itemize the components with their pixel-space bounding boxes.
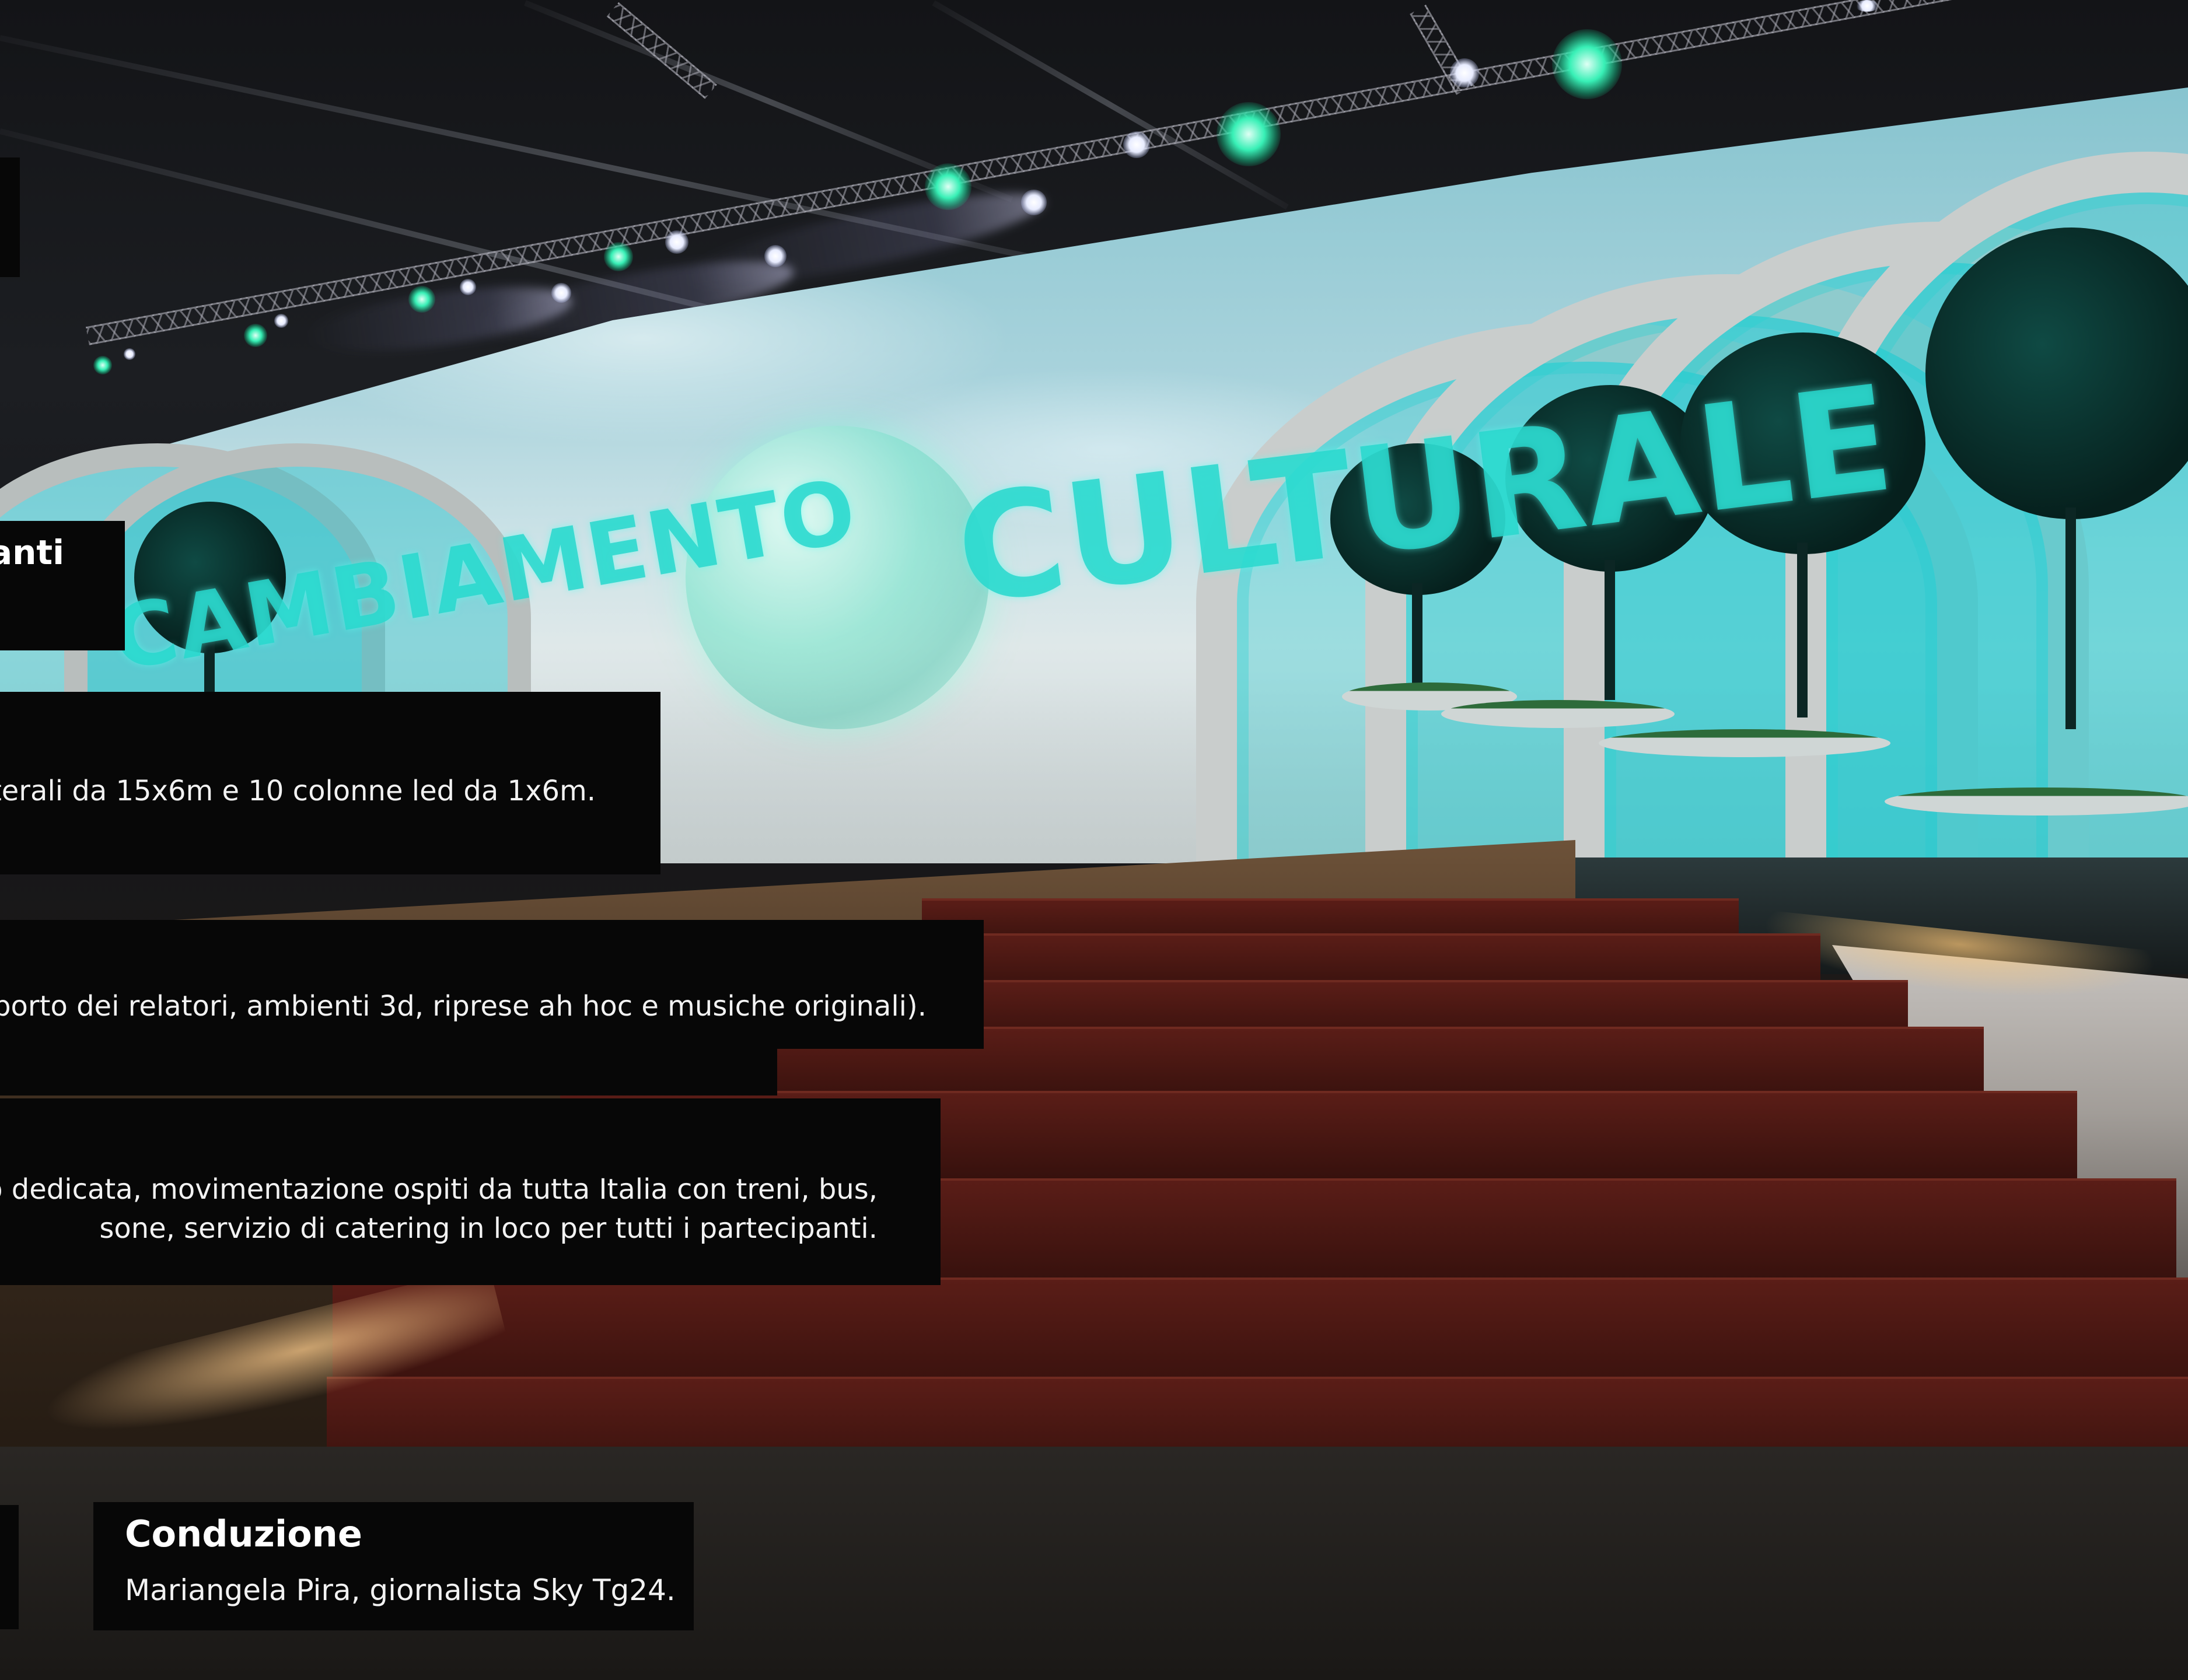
- planter: [1599, 729, 1890, 757]
- white-spotlight: [274, 314, 288, 328]
- panel-heading: anti: [0, 533, 64, 572]
- panel-text-led: laterali da 15x6m e 10 colonne led da 1x…: [0, 775, 596, 807]
- info-panel-edge: [0, 1505, 19, 1629]
- green-spotlight: [408, 286, 435, 313]
- planter: [1885, 788, 2188, 816]
- white-spotlight: [1021, 190, 1047, 215]
- white-spotlight: [1450, 58, 1479, 88]
- green-spotlight: [93, 356, 112, 374]
- white-spotlight: [124, 348, 135, 360]
- info-panel-edge: [0, 158, 20, 277]
- info-panel: laterali da 15x6m e 10 colonne led da 1x…: [0, 692, 660, 874]
- white-spotlight: [551, 283, 571, 303]
- green-spotlight: [1552, 29, 1622, 99]
- panel-text-app-line1: pp dedicata, movimentazione ospiti da tu…: [0, 1173, 878, 1206]
- panel-text-support: upporto dei relatori, ambienti 3d, ripre…: [0, 990, 927, 1023]
- green-spotlight: [1217, 102, 1281, 166]
- lighting-truss: [606, 2, 717, 99]
- white-spotlight: [665, 230, 688, 254]
- info-panel-conduzione: Conduzione Mariangela Pira, giornalista …: [93, 1502, 694, 1630]
- green-spotlight: [244, 324, 267, 347]
- info-panel-edge: [0, 1049, 777, 1096]
- info-panel: anti: [0, 521, 125, 650]
- white-spotlight: [1123, 131, 1150, 158]
- conduzione-title: Conduzione: [125, 1513, 362, 1555]
- info-panel: pp dedicata, movimentazione ospiti da tu…: [0, 1098, 941, 1285]
- green-spotlight: [604, 242, 633, 271]
- conduzione-text: Mariangela Pira, giornalista Sky Tg24.: [125, 1573, 676, 1607]
- white-spotlight: [1855, 0, 1879, 12]
- info-panel: upporto dei relatori, ambienti 3d, ripre…: [0, 920, 984, 1049]
- white-spotlight: [460, 279, 476, 295]
- green-spotlight: [925, 163, 971, 210]
- white-spotlight: [764, 245, 787, 267]
- planter: [1441, 700, 1675, 728]
- panel-text-app-line2: sone, servizio di catering in loco per t…: [99, 1212, 878, 1245]
